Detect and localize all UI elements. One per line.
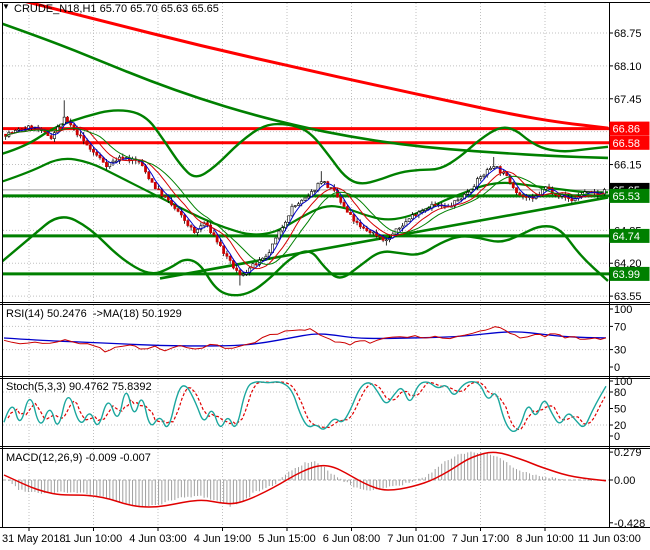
stoch-axis-label: 80 bbox=[614, 387, 626, 399]
price-badge: 66.58 bbox=[609, 135, 650, 150]
panel-frames bbox=[0, 2, 650, 528]
price-badge: 63.99 bbox=[609, 266, 650, 281]
time-axis: 31 May 2018 1 Jun 10:00 4 Jun 03:00 4 Jun 1… bbox=[2, 527, 641, 545]
macd-axis-label: 0.279 bbox=[614, 447, 642, 459]
macd-axis-label: -0.428 bbox=[614, 518, 645, 530]
price-badges: 66.8666.5865.6565.5364.7463.99 bbox=[609, 121, 650, 281]
y-axis-label: 68.75 bbox=[614, 28, 642, 40]
ohlc-values: 65.70 65.70 65.63 65.65 bbox=[99, 3, 219, 15]
symbol-period-label: CRUDE_N18,H1 bbox=[14, 3, 97, 15]
y-axis-label: 63.55 bbox=[614, 291, 642, 303]
x-axis-label: 11 Jun 03:00 bbox=[578, 533, 641, 545]
rsi-indicator-label: RSI(14) 50.2476 ->MA(18) 50.1929 bbox=[6, 308, 182, 320]
y-axis-label: 66.15 bbox=[614, 160, 642, 172]
price-badge-value: 64.74 bbox=[613, 231, 641, 243]
price-badge: 66.86 bbox=[609, 121, 650, 136]
main-price-panel[interactable] bbox=[0, 0, 609, 297]
stoch-axis-label: 50 bbox=[614, 404, 626, 416]
y-axis-label: 68.10 bbox=[614, 61, 642, 73]
long-red-ma-line bbox=[25, 3, 609, 130]
price-badge-value: 66.86 bbox=[613, 124, 641, 136]
macd-axis-label: 0.00 bbox=[614, 475, 635, 487]
symbol-marker-icon: ▼ bbox=[2, 2, 10, 11]
slow-green-ma-line bbox=[3, 22, 609, 160]
x-axis-label: 4 Jun 03:00 bbox=[129, 533, 187, 545]
macd-indicator-label: MACD(12,26,9) -0.009 -0.007 bbox=[6, 452, 151, 464]
price-badge-value: 66.58 bbox=[613, 138, 641, 150]
x-axis-label: 4 Jun 19:00 bbox=[194, 533, 252, 545]
rsi-panel[interactable] bbox=[3, 326, 607, 353]
x-axis-label: 8 Jun 10:00 bbox=[516, 533, 574, 545]
x-axis-label: 5 Jun 15:00 bbox=[258, 533, 316, 545]
bollinger-lower-band bbox=[3, 216, 609, 297]
y-axis-label: 67.45 bbox=[614, 94, 642, 106]
x-axis-label: 31 May 2018 bbox=[2, 533, 66, 545]
grid bbox=[3, 3, 609, 526]
rsi-ma-line bbox=[3, 331, 607, 347]
x-axis-label: 7 Jun 17:00 bbox=[452, 533, 510, 545]
price-badge: 64.74 bbox=[609, 228, 650, 243]
price-badge-value: 63.99 bbox=[613, 269, 641, 281]
rsi-axis-label: 100 bbox=[614, 304, 632, 316]
price-badge: 65.53 bbox=[609, 188, 650, 203]
chart-canvas[interactable]: 68.7568.1067.4566.8066.1565.5064.8564.20… bbox=[0, 0, 650, 550]
rsi-axis-label: 70 bbox=[614, 321, 626, 333]
stochastic-indicator-label: Stoch(5,3,3) 90.4762 75.8392 bbox=[6, 381, 152, 393]
stoch-axis-label: 0 bbox=[614, 431, 620, 443]
rsi-axis-label: 0 bbox=[614, 362, 620, 374]
chart-title: CRUDE_N18,H1 65.70 65.70 65.63 65.65 bbox=[14, 3, 219, 15]
trading-chart-window: 68.7568.1067.4566.8066.1565.5064.8564.20… bbox=[0, 0, 650, 550]
x-axis-label: 7 Jun 01:00 bbox=[387, 533, 445, 545]
rsi-line bbox=[3, 326, 607, 353]
x-axis-label: 6 Jun 08:00 bbox=[323, 533, 381, 545]
rsi-axis-label: 30 bbox=[614, 345, 626, 357]
price-badge-value: 65.53 bbox=[613, 191, 641, 203]
x-axis-label: 1 Jun 10:00 bbox=[65, 533, 123, 545]
